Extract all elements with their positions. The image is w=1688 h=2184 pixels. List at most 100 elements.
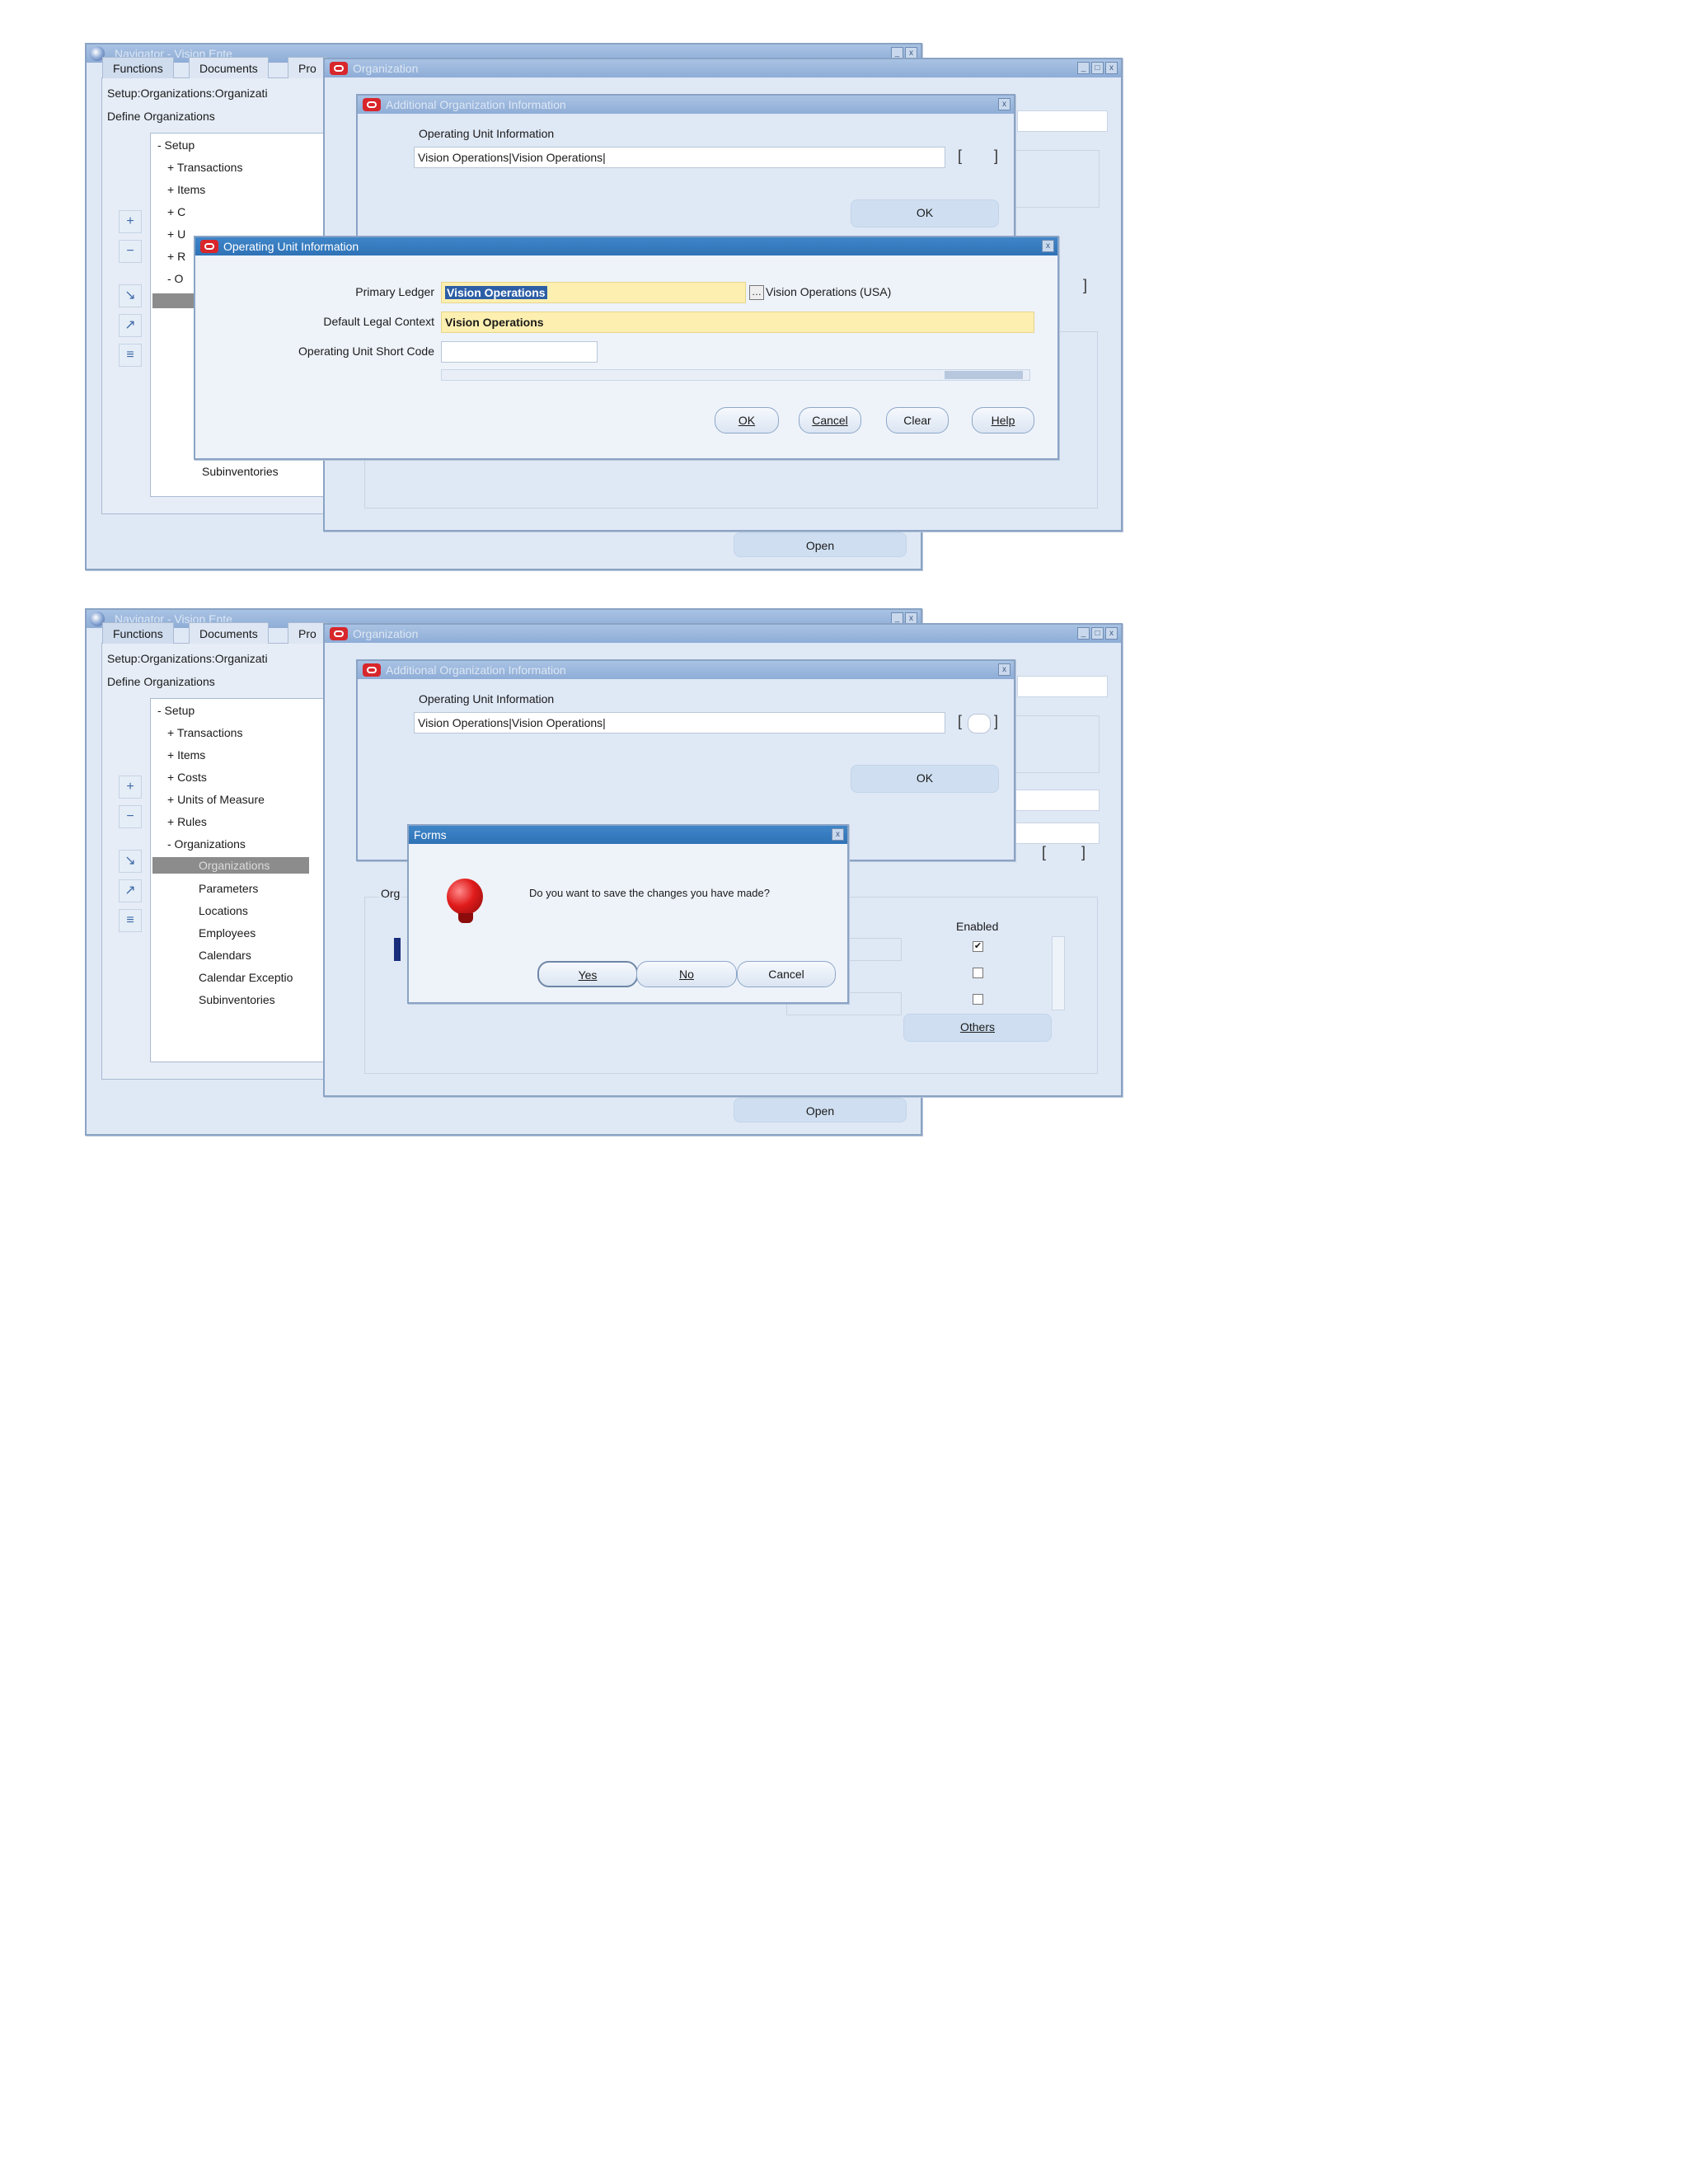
tree-node-setup[interactable]: - Setup: [157, 704, 195, 717]
flex-bracket-right: ]: [1083, 277, 1088, 293]
tree-node-items[interactable]: + Items: [167, 748, 205, 762]
navigator-path: Setup:Organizations:Organizati: [107, 87, 268, 100]
tree-node-subinventories[interactable]: Subinventories: [199, 993, 275, 1006]
tree-node-organizations-selected[interactable]: Organizations: [152, 857, 309, 874]
tree-node-subinventories[interactable]: Subinventories: [202, 465, 279, 478]
flex-button[interactable]: [968, 714, 991, 733]
navigator-path: Setup:Organizations:Organizati: [107, 652, 268, 665]
ou-info-label: Operating Unit Information: [419, 127, 555, 140]
oracle-logo-icon: [363, 663, 381, 677]
tree-node-calendars[interactable]: Calendars: [199, 949, 251, 962]
collapse-icon[interactable]: −: [119, 805, 142, 828]
maximize-icon[interactable]: □: [1091, 627, 1104, 640]
tree-node-items[interactable]: + Items: [167, 183, 205, 196]
ou-dialog-titlebar: Operating Unit Information x: [195, 237, 1057, 255]
ou-info-label: Operating Unit Information: [419, 692, 555, 705]
legal-context-field[interactable]: Vision Operations: [441, 312, 1034, 333]
organization-titlebar: Organization _ □ x: [325, 625, 1121, 643]
tree-node-costs[interactable]: + C: [167, 205, 185, 218]
tree-node-rules[interactable]: + R: [167, 250, 185, 263]
flex-bracket-open: [: [1042, 844, 1047, 860]
open-button[interactable]: Open: [734, 1098, 907, 1122]
org-field-top[interactable]: [1017, 676, 1108, 697]
tab-processes[interactable]: Pro: [288, 622, 327, 644]
tree-node-setup[interactable]: - Setup: [157, 138, 195, 152]
ou-ok-button[interactable]: OK: [715, 407, 779, 434]
minimize-icon[interactable]: _: [1077, 627, 1090, 640]
tree-node-transactions[interactable]: + Transactions: [167, 161, 242, 174]
tree-node-units[interactable]: + U: [167, 227, 185, 241]
tree-node-organizations[interactable]: - O: [167, 272, 183, 285]
flex-bracket-close: ]: [994, 713, 999, 729]
ou-cancel-button[interactable]: Cancel: [799, 407, 861, 434]
ou-info-field[interactable]: Vision Operations|Vision Operations|: [414, 712, 945, 733]
close-icon[interactable]: x: [1105, 62, 1118, 74]
organization-title: Organization: [353, 627, 419, 640]
tree-node-costs[interactable]: + Costs: [167, 771, 207, 784]
expand-branch-icon[interactable]: ≡: [119, 344, 142, 367]
tab-functions[interactable]: Functions: [102, 57, 174, 78]
enabled-checkbox-2[interactable]: [973, 968, 983, 978]
tree-node-calendar-exceptions[interactable]: Calendar Exceptio: [199, 971, 293, 984]
add-info-ok-button[interactable]: OK: [851, 765, 999, 793]
legal-context-label: Default Legal Context: [323, 315, 434, 328]
minimize-icon[interactable]: _: [1077, 62, 1090, 74]
scrollbar-thumb[interactable]: [945, 371, 1023, 379]
org-box-right: [1009, 150, 1100, 208]
expand-icon[interactable]: +: [119, 776, 142, 799]
close-icon[interactable]: x: [1105, 627, 1118, 640]
enabled-checkbox-1[interactable]: ✔: [973, 941, 983, 952]
tree-node-locations[interactable]: Locations: [199, 904, 248, 917]
ou-dialog-window: Operating Unit Information x Primary Led…: [194, 236, 1059, 460]
expand-icon[interactable]: +: [119, 210, 142, 233]
short-code-label: Operating Unit Short Code: [298, 344, 434, 358]
ou-info-field[interactable]: Vision Operations|Vision Operations|: [414, 147, 945, 168]
tab-processes[interactable]: Pro: [288, 57, 327, 78]
open-button[interactable]: Open: [734, 532, 907, 557]
collapse-all-icon[interactable]: ↗: [119, 314, 142, 337]
tab-documents[interactable]: Documents: [189, 622, 269, 644]
ou-help-button[interactable]: Help: [972, 407, 1034, 434]
tree-node-transactions[interactable]: + Transactions: [167, 726, 242, 739]
tree-node-organizations[interactable]: - Organizations: [167, 837, 246, 851]
lov-icon[interactable]: …: [749, 285, 764, 300]
short-code-field[interactable]: [441, 341, 598, 363]
collapse-icon[interactable]: −: [119, 240, 142, 263]
forms-dialog-title: Forms: [414, 828, 447, 841]
organization-titlebar: Organization _ □ x: [325, 59, 1121, 77]
close-icon[interactable]: x: [998, 98, 1010, 110]
enabled-checkbox-3[interactable]: [973, 994, 983, 1005]
no-button[interactable]: No: [636, 961, 737, 987]
add-info-ok-button[interactable]: OK: [851, 199, 999, 227]
tree-node-employees[interactable]: Employees: [199, 926, 256, 940]
tree-node-rules[interactable]: + Rules: [167, 815, 207, 828]
enabled-column-header: Enabled: [956, 920, 999, 933]
vertical-scrollbar[interactable]: [1052, 936, 1065, 1010]
org-field-mid-2[interactable]: [1009, 823, 1100, 844]
forms-cancel-button[interactable]: Cancel: [737, 961, 836, 987]
expand-all-icon[interactable]: ↘: [119, 284, 142, 307]
primary-ledger-field[interactable]: Vision Operations: [441, 282, 746, 303]
oracle-logo-icon: [200, 240, 218, 253]
close-icon[interactable]: x: [832, 828, 844, 841]
org-field-top[interactable]: [1017, 110, 1108, 132]
close-icon[interactable]: x: [1042, 240, 1054, 252]
tab-functions[interactable]: Functions: [102, 622, 174, 644]
tree-node-units[interactable]: + Units of Measure: [167, 793, 265, 806]
yes-button[interactable]: Yes: [537, 961, 638, 987]
others-button[interactable]: Others: [903, 1014, 1052, 1042]
forms-dialog-message: Do you want to save the changes you have…: [529, 887, 770, 899]
close-icon[interactable]: x: [998, 663, 1010, 676]
org-field-mid[interactable]: [1009, 790, 1100, 811]
tab-documents[interactable]: Documents: [189, 57, 269, 78]
primary-ledger-label: Primary Ledger: [355, 285, 434, 298]
collapse-all-icon[interactable]: ↗: [119, 879, 142, 902]
expand-branch-icon[interactable]: ≡: [119, 909, 142, 932]
horizontal-scrollbar[interactable]: [441, 369, 1030, 381]
ou-cancel-label: Cancel: [812, 414, 848, 427]
expand-all-icon[interactable]: ↘: [119, 850, 142, 873]
ou-help-label: Help: [991, 414, 1015, 427]
maximize-icon[interactable]: □: [1091, 62, 1104, 74]
tree-node-parameters[interactable]: Parameters: [199, 882, 258, 895]
ou-clear-button[interactable]: Clear: [886, 407, 949, 434]
